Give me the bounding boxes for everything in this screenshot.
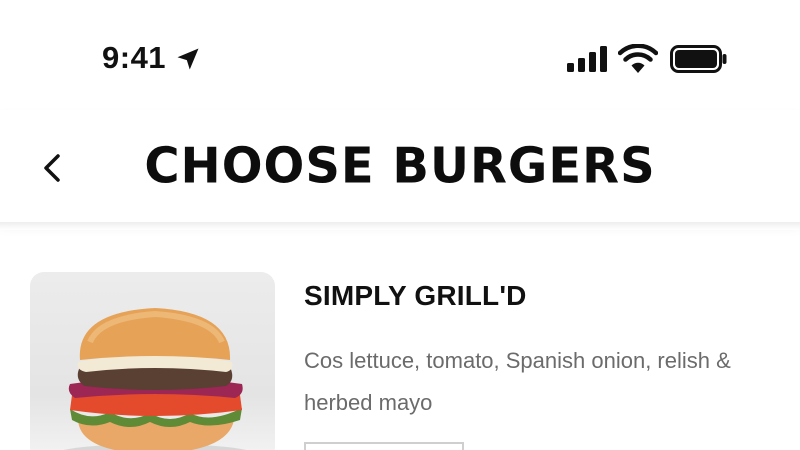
navigation-header: CHOOSE BURGERS (0, 110, 800, 222)
cellular-signal-icon (567, 46, 607, 72)
product-action-button[interactable] (304, 442, 464, 450)
product-image[interactable] (30, 272, 275, 450)
header-divider (0, 222, 800, 230)
burger-photo (63, 308, 247, 450)
page-title: CHOOSE BURGERS (144, 137, 656, 195)
product-name: SIMPLY GRILL'D (304, 280, 527, 311)
battery-icon (670, 45, 727, 73)
wifi-icon (618, 44, 658, 73)
status-bar: 9:41 (0, 0, 800, 110)
location-arrow-icon (177, 48, 199, 70)
status-time: 9:41 (102, 40, 167, 75)
product-description: Cos lettuce, tomato, Spanish onion, reli… (304, 348, 731, 415)
